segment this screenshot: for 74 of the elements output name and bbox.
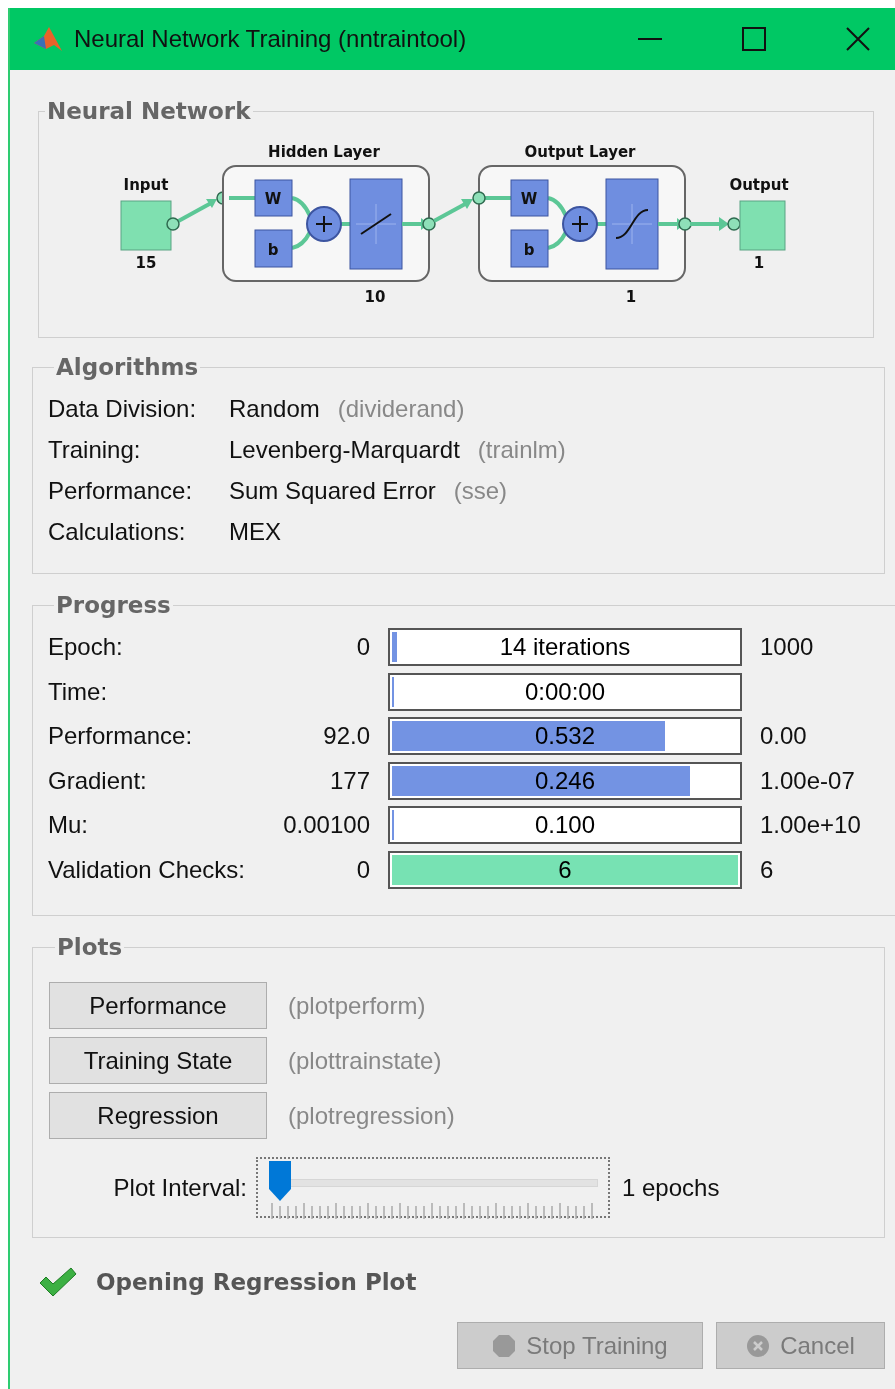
progress-value: 6	[558, 855, 572, 884]
progress-value: 0.246	[534, 766, 596, 795]
progress-value: 14 iterations	[499, 633, 631, 661]
layer-title: Output Layer	[524, 143, 636, 161]
transfer-function-icon	[349, 178, 403, 270]
sum-node-icon	[562, 206, 598, 242]
input-label: Input	[123, 176, 169, 194]
target-value: 1000	[760, 633, 814, 660]
field-label: Training:	[48, 435, 142, 464]
function-name: (plottrainstate)	[288, 1046, 442, 1075]
target-value: 1.00e+10	[760, 811, 861, 838]
field-value: Sum Squared Error	[229, 476, 436, 505]
target-value: 6	[760, 855, 774, 883]
start-value: 0	[356, 855, 370, 883]
input-size: 15	[135, 254, 157, 272]
target-value: 1.00e-07	[760, 766, 855, 794]
slider-thumb[interactable]	[269, 1161, 291, 1201]
plot-button[interactable]: Regression	[49, 1092, 267, 1139]
function-name: (dividerand)	[337, 394, 465, 423]
layer-title: Hidden Layer	[268, 143, 380, 161]
plot-button[interactable]: Performance	[49, 982, 267, 1029]
bias-block	[254, 229, 293, 268]
progress-value: 0.532	[534, 722, 596, 750]
output-label: Output	[729, 176, 789, 194]
interval-slider[interactable]	[256, 1157, 610, 1218]
layer-size: 1	[625, 288, 637, 306]
function-name: (plotperform)	[288, 991, 426, 1020]
target-value: 0.00	[760, 722, 807, 749]
progress-label: Time:	[48, 677, 109, 706]
weight-block	[254, 179, 293, 217]
start-value: 92.0	[323, 722, 370, 749]
function-name: (trainlm)	[477, 435, 566, 464]
group-title: Plots	[56, 934, 124, 960]
field-label: Calculations:	[48, 517, 187, 546]
field-value: MEX	[229, 517, 281, 546]
field-label: Performance:	[48, 476, 194, 505]
bias-label: b	[523, 241, 535, 259]
progress-value: 0:00:00	[524, 677, 606, 706]
sum-node-icon	[306, 206, 342, 242]
plot-interval-label: Plot Interval:	[112, 1173, 247, 1202]
bias-label: b	[267, 241, 279, 259]
bias-block	[510, 229, 549, 268]
weight-label: W	[264, 190, 282, 208]
cancel-icon	[746, 1333, 771, 1358]
transfer-function-icon	[605, 178, 659, 270]
plot-button[interactable]: Training State	[49, 1037, 267, 1084]
start-value: 0.00100	[283, 811, 370, 838]
progress-label: Validation Checks:	[48, 855, 246, 884]
start-value: 0	[356, 633, 370, 660]
weight-block	[510, 179, 549, 217]
progress-label: Mu:	[48, 811, 89, 839]
output-block	[739, 200, 786, 251]
output-size: 1	[753, 254, 765, 272]
status-message: Opening Regression Plot	[96, 1269, 417, 1295]
weight-label: W	[520, 190, 538, 208]
progress-value: 0.100	[534, 811, 596, 839]
input-block	[120, 200, 172, 251]
layer-size: 10	[364, 288, 386, 306]
stop-sign-icon	[492, 1333, 517, 1358]
function-name: (sse)	[453, 476, 508, 505]
checkmark-icon	[38, 1266, 78, 1298]
group-title: Neural Network	[46, 98, 252, 124]
function-name: (plotregression)	[288, 1101, 455, 1130]
group-title: Progress	[55, 592, 172, 618]
field-value: Levenberg-Marquardt	[229, 435, 460, 464]
start-value: 177	[329, 766, 370, 794]
progress-label: Gradient:	[48, 766, 148, 795]
progress-label: Performance:	[48, 722, 194, 750]
interval-value: 1 epochs	[622, 1173, 720, 1202]
progress-label: Epoch:	[48, 633, 124, 661]
field-value: Random	[229, 394, 320, 423]
window-title: Neural Network Training (nntraintool)	[74, 25, 467, 53]
field-label: Data Division:	[48, 394, 198, 423]
group-title: Algorithms	[55, 354, 200, 380]
